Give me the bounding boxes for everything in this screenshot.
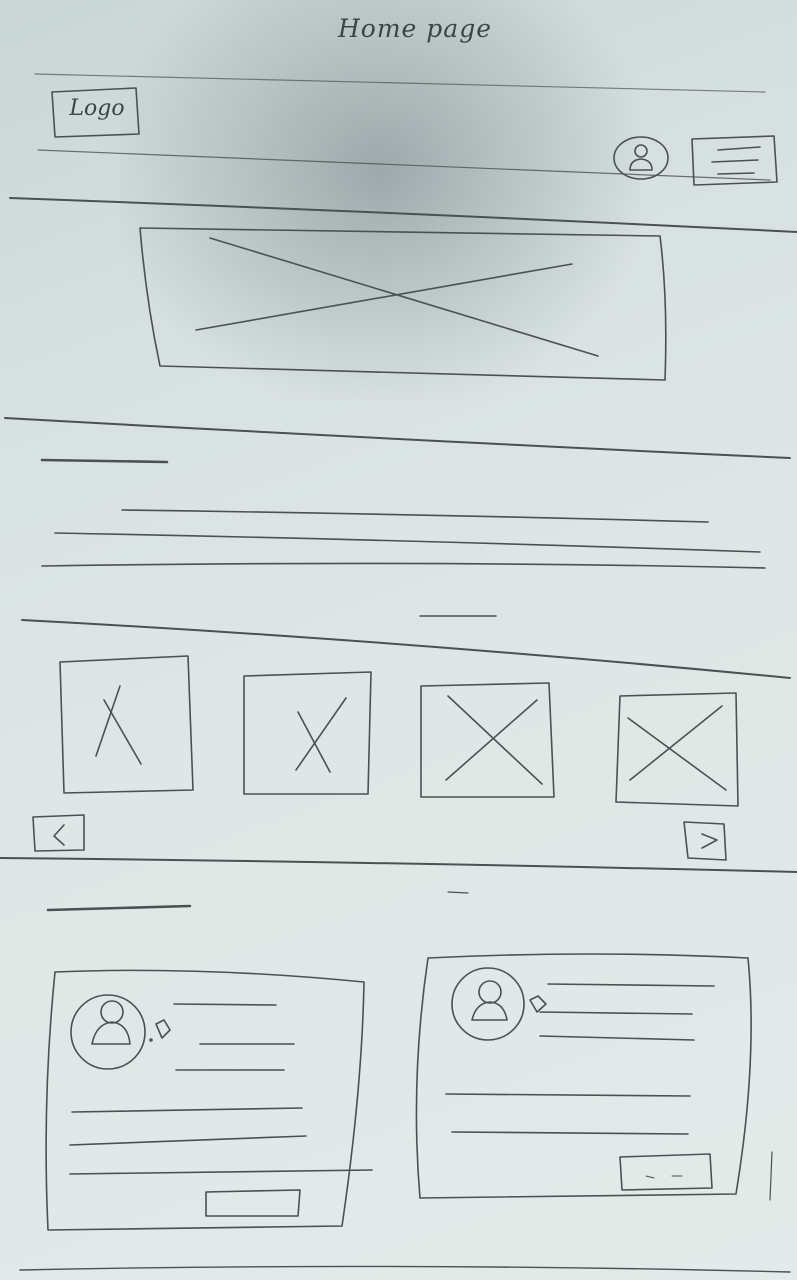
carousel-item-3 <box>420 682 555 798</box>
logo-text: Logo <box>69 96 125 121</box>
sketch-paper: Home page Logo <box>0 0 797 1280</box>
menu-button[interactable] <box>690 135 780 187</box>
carousel-item-2 <box>243 671 372 795</box>
header-top-rule <box>34 73 766 93</box>
wireframe-drawing <box>0 73 797 1273</box>
footer-rule <box>19 1265 791 1273</box>
card-1-action-button[interactable] <box>204 1190 302 1218</box>
margin-mark <box>769 1151 773 1201</box>
card-2-action-button[interactable] <box>618 1153 714 1191</box>
section-divider-2 <box>21 619 791 679</box>
testimonials-heading-line <box>46 904 192 912</box>
small-center-mark-2 <box>447 891 469 894</box>
carousel-item-1 <box>59 655 194 794</box>
carousel-prev-button[interactable] <box>32 814 86 852</box>
section-divider-3 <box>0 857 797 873</box>
carousel-next-button[interactable] <box>684 821 728 861</box>
carousel-item-4 <box>615 692 739 807</box>
intro-text-block <box>40 458 766 569</box>
section-divider-1 <box>4 417 791 459</box>
header-bottom-rule <box>9 197 797 233</box>
profile-button[interactable] <box>612 136 670 180</box>
hero-image-placeholder <box>139 227 667 381</box>
page-title: Home page <box>337 14 492 43</box>
